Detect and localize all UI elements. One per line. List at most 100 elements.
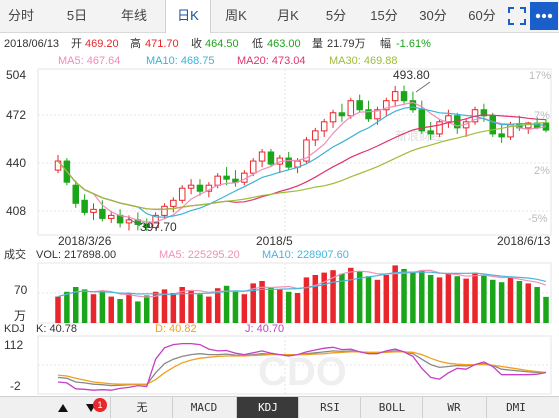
ma5-line bbox=[57, 101, 547, 223]
pct-axis-label: -5% bbox=[528, 213, 548, 225]
candle-body bbox=[196, 184, 204, 192]
volume-bar bbox=[419, 270, 425, 323]
volume-bar bbox=[427, 275, 434, 323]
indicator-tab-2[interactable]: KDJ bbox=[236, 397, 299, 418]
notification-badge[interactable]: 1 bbox=[93, 398, 107, 412]
date-label: 2018/6/13 bbox=[497, 234, 551, 248]
pct-axis-label: 17% bbox=[529, 70, 551, 82]
volume-bar bbox=[481, 275, 487, 323]
candle-body bbox=[347, 100, 355, 117]
candle-body bbox=[90, 208, 97, 213]
volume-bar bbox=[543, 296, 549, 323]
quote-chg-label: 幅 bbox=[380, 37, 391, 50]
candle-body bbox=[54, 160, 62, 171]
kdj-axis-label: -2 bbox=[10, 379, 21, 393]
indicator-tab-strip: 1 无 MACD KDJ RSI BOLL WR DMI bbox=[0, 396, 559, 418]
quote-high: 471.70 bbox=[145, 38, 179, 50]
volume-bar bbox=[135, 301, 141, 323]
volume-bar bbox=[170, 293, 177, 323]
volume-bar bbox=[268, 287, 274, 323]
price-axis-label: 440 bbox=[6, 156, 26, 170]
quote-high-label: 高 bbox=[130, 36, 141, 50]
date-label: 2018/5 bbox=[256, 234, 293, 248]
candle-body bbox=[489, 115, 497, 135]
indicator-tab-5[interactable]: WR bbox=[422, 397, 485, 418]
candle-body bbox=[329, 112, 337, 123]
volume-title: 成交 bbox=[4, 247, 26, 261]
arrow-up-icon[interactable] bbox=[56, 401, 70, 415]
candle-body bbox=[312, 130, 319, 141]
trough-label: 397.70 bbox=[140, 220, 177, 234]
quote-vol: 21.79万 bbox=[327, 38, 366, 50]
price-axis-label: 472 bbox=[6, 108, 26, 122]
candle-body bbox=[400, 91, 408, 102]
volume-bar bbox=[294, 293, 301, 323]
volume-bar bbox=[64, 291, 70, 323]
volume-bar bbox=[525, 283, 532, 323]
volume-bar bbox=[188, 290, 194, 323]
quote-close: 464.50 bbox=[205, 38, 239, 50]
volume-bar bbox=[206, 296, 212, 323]
ma5-legend: MA5: 467.64 bbox=[58, 55, 120, 67]
quote-close-label: 收 bbox=[191, 36, 202, 50]
volume-bar bbox=[365, 276, 372, 323]
candle-body bbox=[391, 91, 399, 102]
candle-body bbox=[99, 208, 106, 219]
indicator-tab-0[interactable]: 无 bbox=[110, 397, 173, 418]
volume-bar bbox=[81, 289, 88, 323]
volume-bar bbox=[197, 294, 203, 323]
ma10-legend: MA10: 468.75 bbox=[146, 55, 215, 67]
candle-body bbox=[214, 175, 221, 186]
ma20-line bbox=[57, 114, 547, 210]
quote-open: 469.20 bbox=[85, 38, 119, 50]
stock-chart: 2018/06/13 开 469.20 高 471.70 收 464.50 低 … bbox=[4, 36, 552, 395]
indicator-tab-6[interactable]: DMI bbox=[486, 397, 545, 418]
volume-bar bbox=[285, 291, 292, 323]
price-axis-label: 504 bbox=[6, 68, 26, 82]
candle-body bbox=[249, 160, 257, 174]
candle-body bbox=[187, 184, 195, 189]
candle-body bbox=[161, 205, 168, 216]
volume-bar bbox=[534, 287, 540, 323]
candle-body bbox=[498, 133, 505, 138]
volume-bar bbox=[277, 289, 283, 323]
kdj-j-value: J: 40.70 bbox=[245, 323, 284, 335]
candle-body bbox=[170, 199, 177, 207]
kdj-k-value: K: 40.78 bbox=[36, 323, 77, 335]
price-axis-label: 408 bbox=[6, 204, 26, 218]
candle-body bbox=[445, 115, 452, 123]
candle-body bbox=[285, 157, 292, 168]
volume-bar bbox=[490, 279, 496, 323]
peak-label: 493.80 bbox=[393, 68, 430, 82]
kdj-title: KDJ bbox=[4, 323, 25, 335]
volume-bar bbox=[472, 272, 478, 323]
pct-axis-label: 2% bbox=[534, 165, 550, 177]
indicator-tab-3[interactable]: RSI bbox=[298, 397, 361, 418]
quote-low: 463.00 bbox=[267, 38, 301, 50]
volume-bar bbox=[55, 296, 61, 323]
candle-body bbox=[267, 151, 275, 165]
volume-bar bbox=[498, 282, 505, 323]
volume-bar bbox=[303, 277, 310, 323]
notification-count: 1 bbox=[97, 400, 103, 410]
indicator-tab-4[interactable]: BOLL bbox=[360, 397, 423, 418]
price-panel: 新浪财经 bbox=[37, 68, 552, 236]
candle-body bbox=[436, 121, 443, 135]
candle-body bbox=[356, 100, 363, 111]
volume-bar bbox=[516, 281, 523, 323]
candle-body bbox=[81, 199, 88, 213]
volume-bar bbox=[383, 275, 390, 323]
kdj-panel: CDO bbox=[37, 335, 552, 395]
volume-axis-unit: 万 bbox=[14, 309, 26, 323]
ma30-legend: MA30: 469.88 bbox=[329, 55, 398, 67]
candle-body bbox=[320, 121, 328, 132]
volume-bar bbox=[99, 290, 106, 323]
volume-bar bbox=[374, 279, 381, 323]
volume-ma5: MA5: 225295.20 bbox=[159, 249, 240, 261]
quote-date: 2018/06/13 bbox=[4, 38, 59, 50]
candle-body bbox=[427, 130, 434, 135]
volume-bar bbox=[90, 294, 97, 323]
kdj-d-value: D: 40.82 bbox=[155, 323, 197, 335]
indicator-tab-1[interactable]: MACD bbox=[172, 397, 235, 418]
quote-low-label: 低 bbox=[252, 37, 263, 50]
